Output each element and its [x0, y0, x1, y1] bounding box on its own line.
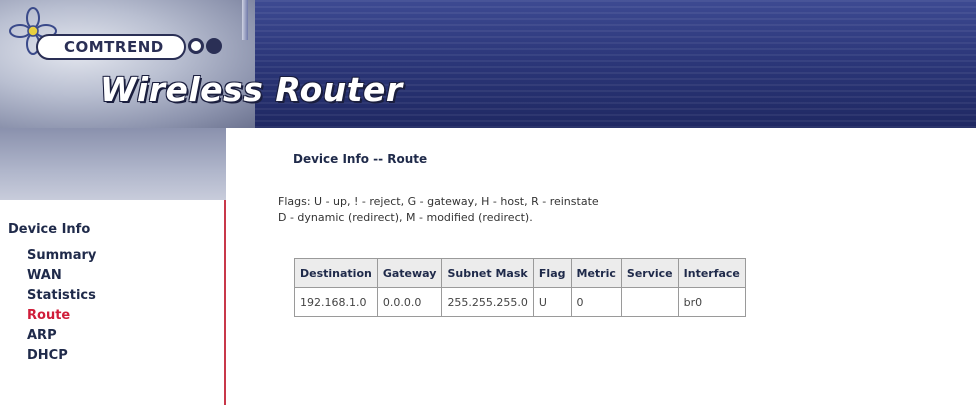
col-metric: Metric	[570, 258, 622, 288]
flags-line-2: D - dynamic (redirect), M - modified (re…	[278, 211, 533, 224]
sidebar-item-summary[interactable]: Summary	[27, 246, 96, 266]
cell-interface: br0	[677, 287, 746, 317]
col-destination: Destination	[294, 258, 378, 288]
col-flag: Flag	[532, 258, 572, 288]
cell-flag: U	[532, 287, 572, 317]
flags-line-1: Flags: U - up, ! - reject, G - gateway, …	[278, 195, 599, 208]
sidebar-item-dhcp[interactable]: DHCP	[27, 346, 96, 366]
cell-metric: 0	[570, 287, 622, 317]
sidebar-header-decoration	[0, 128, 226, 200]
sidebar-item-statistics[interactable]: Statistics	[27, 286, 96, 306]
sidebar-heading-device-info[interactable]: Device Info	[8, 222, 90, 237]
page-title: Device Info -- Route	[293, 152, 428, 166]
sidebar: Device Info Summary WAN Statistics Route…	[0, 200, 226, 405]
col-gateway: Gateway	[376, 258, 443, 288]
sidebar-item-route[interactable]: Route	[27, 306, 96, 326]
main-content: Device Info -- Route Flags: U - up, ! - …	[226, 128, 976, 405]
table-header-row: Destination Gateway Subnet Mask Flag Met…	[294, 258, 746, 288]
flags-legend: Flags: U - up, ! - reject, G - gateway, …	[278, 194, 599, 226]
brand-logo: COMTREND	[36, 34, 186, 60]
col-service: Service	[620, 258, 679, 288]
col-subnet-mask: Subnet Mask	[441, 258, 534, 288]
dot-icon	[206, 38, 222, 54]
sidebar-item-wan[interactable]: WAN	[27, 266, 96, 286]
sidebar-nav: Summary WAN Statistics Route ARP DHCP	[27, 246, 96, 366]
cell-destination: 192.168.1.0	[294, 287, 378, 317]
col-interface: Interface	[677, 258, 746, 288]
route-table: Destination Gateway Subnet Mask Flag Met…	[294, 258, 746, 317]
product-title: Wireless Router	[100, 70, 403, 109]
sidebar-item-arp[interactable]: ARP	[27, 326, 96, 346]
table-row: 192.168.1.0 0.0.0.0 255.255.255.0 U 0 br…	[294, 287, 746, 317]
cell-gateway: 0.0.0.0	[376, 287, 443, 317]
cell-subnet-mask: 255.255.255.0	[441, 287, 534, 317]
divider	[242, 0, 248, 40]
ring-icon	[188, 38, 204, 54]
cell-service	[620, 287, 679, 317]
